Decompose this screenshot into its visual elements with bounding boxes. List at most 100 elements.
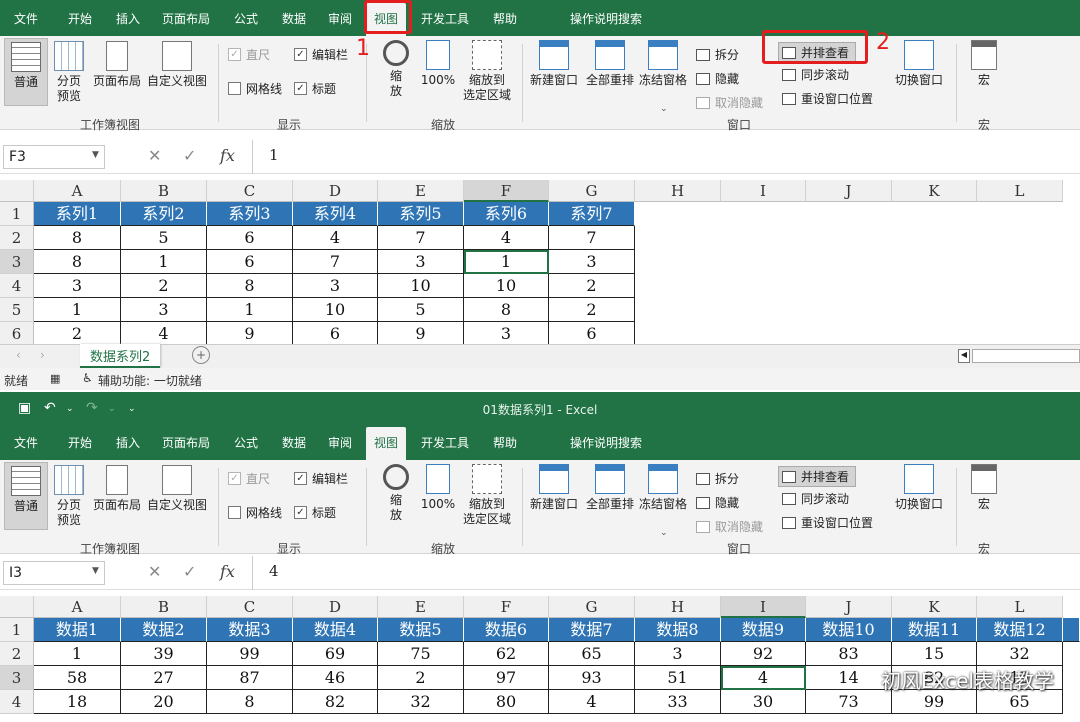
data-cell[interactable]: 2: [121, 274, 207, 298]
tab-5[interactable]: 数据: [282, 10, 306, 27]
data-cell[interactable]: 5: [121, 226, 207, 250]
tab-9[interactable]: 帮助: [493, 434, 517, 451]
checkbox-formulabar[interactable]: ✓ 编辑栏: [294, 470, 348, 487]
side-by-side-button[interactable]: 并排查看: [778, 466, 857, 487]
checkbox-formulabar-box[interactable]: ✓: [294, 48, 307, 61]
pagebreak-preview-button[interactable]: 分页 预览: [52, 465, 86, 528]
tab-8[interactable]: 开发工具: [421, 434, 469, 451]
column-header[interactable]: D: [293, 596, 378, 618]
data-cell[interactable]: 2: [378, 666, 464, 690]
header-cell[interactable]: 系列4: [293, 202, 378, 226]
data-cell[interactable]: 73: [806, 690, 892, 714]
row-header[interactable]: 1: [0, 202, 34, 226]
cancel-icon[interactable]: ✕: [148, 562, 161, 581]
checkbox-formulabar-box[interactable]: ✓: [294, 472, 307, 485]
header-cell[interactable]: 数据9: [721, 618, 806, 642]
header-cell[interactable]: 数据1: [34, 618, 121, 642]
row-header[interactable]: 6: [0, 322, 34, 346]
column-header[interactable]: A: [34, 180, 121, 202]
data-cell[interactable]: 7: [293, 250, 378, 274]
enter-icon[interactable]: ✓: [183, 562, 196, 581]
data-cell[interactable]: 1: [207, 298, 293, 322]
header-cell[interactable]: 系列7: [549, 202, 635, 226]
select-all-corner[interactable]: [0, 596, 34, 618]
hscroll-left-icon[interactable]: ◀: [958, 349, 970, 363]
name-box[interactable]: F3: [3, 145, 105, 169]
data-cell[interactable]: 51: [635, 666, 721, 690]
cancel-icon[interactable]: ✕: [148, 146, 161, 165]
column-header[interactable]: G: [549, 596, 635, 618]
column-header[interactable]: I: [721, 596, 806, 618]
arrange-button[interactable]: 全部重排: [584, 464, 636, 512]
normal-view-button[interactable]: 普通: [4, 462, 48, 530]
data-cell[interactable]: 3: [635, 642, 721, 666]
data-cell[interactable]: 1: [34, 642, 121, 666]
tab-6[interactable]: 审阅: [328, 10, 352, 27]
column-header[interactable]: H: [635, 596, 721, 618]
sync-scroll-button[interactable]: 同步滚动: [782, 66, 849, 83]
data-cell[interactable]: 9: [378, 322, 464, 346]
switch-window-button[interactable]: 切换窗口: [890, 40, 948, 88]
column-header[interactable]: B: [121, 180, 207, 202]
hide-button[interactable]: 隐藏: [696, 494, 739, 511]
column-header[interactable]: I: [721, 180, 806, 202]
tab-3[interactable]: 页面布局: [162, 434, 210, 451]
data-cell[interactable]: 3: [549, 250, 635, 274]
namebox-dropdown-icon[interactable]: ▼: [92, 150, 99, 160]
checkbox-gridlines[interactable]: 网格线: [228, 80, 282, 97]
data-cell[interactable]: 7: [378, 226, 464, 250]
data-cell[interactable]: 3: [121, 298, 207, 322]
tab-0[interactable]: 文件: [14, 10, 38, 27]
zoom-selection-button[interactable]: 缩放到 选定区域: [458, 464, 516, 527]
column-header[interactable]: K: [892, 596, 977, 618]
data-cell[interactable]: 80: [464, 690, 549, 714]
split-button[interactable]: 拆分: [696, 470, 739, 487]
row-header[interactable]: 1: [0, 618, 34, 642]
newwin-button[interactable]: 新建窗口: [528, 464, 580, 512]
row-header[interactable]: 4: [0, 274, 34, 298]
page-layout-button[interactable]: 页面布局: [90, 465, 144, 513]
data-cell[interactable]: 2: [34, 322, 121, 346]
macro-button[interactable]: 宏: [964, 40, 1004, 88]
column-header[interactable]: F: [464, 180, 549, 202]
tab-2[interactable]: 插入: [116, 10, 140, 27]
header-cell[interactable]: 数据12: [977, 618, 1063, 642]
column-header[interactable]: C: [207, 180, 293, 202]
checkbox-ruler-box[interactable]: ✓: [228, 472, 241, 485]
column-header[interactable]: J: [806, 596, 892, 618]
checkbox-gridlines-box[interactable]: [228, 82, 241, 95]
namebox-dropdown-icon[interactable]: ▼: [92, 566, 99, 576]
data-cell[interactable]: 1: [121, 250, 207, 274]
tab-7[interactable]: 视图: [366, 427, 407, 460]
header-cell[interactable]: 数据2: [121, 618, 207, 642]
column-header[interactable]: L: [977, 180, 1063, 202]
tab-9[interactable]: 帮助: [493, 10, 517, 27]
enter-icon[interactable]: ✓: [183, 146, 196, 165]
header-cell[interactable]: 系列3: [207, 202, 293, 226]
checkbox-headings-box[interactable]: ✓: [294, 506, 307, 519]
data-cell[interactable]: 82: [293, 690, 378, 714]
formula-input[interactable]: 4: [252, 556, 1080, 590]
header-cell[interactable]: 系列5: [378, 202, 464, 226]
header-cell[interactable]: 数据7: [549, 618, 635, 642]
custom-views-button[interactable]: 自定义视图: [144, 465, 210, 513]
data-cell[interactable]: 65: [549, 642, 635, 666]
tab-5[interactable]: 数据: [282, 434, 306, 451]
tab-1[interactable]: 开始: [68, 10, 92, 27]
data-cell[interactable]: 97: [464, 666, 549, 690]
freeze-button[interactable]: 冻结窗格: [636, 464, 690, 512]
freeze-dropdown-icon[interactable]: ⌄: [660, 528, 668, 538]
newwin-button[interactable]: 新建窗口: [528, 40, 580, 88]
tab-4[interactable]: 公式: [234, 434, 258, 451]
header-cell[interactable]: 数据3: [207, 618, 293, 642]
column-header[interactable]: A: [34, 596, 121, 618]
header-cell[interactable]: 系列1: [34, 202, 121, 226]
data-cell[interactable]: 3: [293, 274, 378, 298]
data-cell[interactable]: 8: [207, 690, 293, 714]
data-cell[interactable]: 18: [34, 690, 121, 714]
add-sheet-icon[interactable]: +: [192, 346, 210, 364]
data-cell[interactable]: 87: [207, 666, 293, 690]
name-box[interactable]: I3: [3, 561, 105, 585]
fx-icon[interactable]: fx: [220, 146, 235, 165]
data-cell[interactable]: 15: [892, 642, 977, 666]
